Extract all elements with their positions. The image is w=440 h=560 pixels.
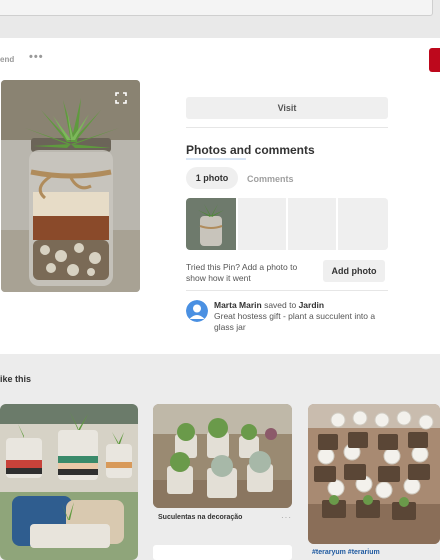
send-button[interactable]: end	[0, 55, 14, 64]
more-options-button[interactable]: •••	[29, 51, 44, 63]
related-pin-image	[308, 404, 440, 544]
related-pin-image	[153, 404, 292, 508]
board-name[interactable]: Jardin	[299, 300, 325, 310]
top-bar	[0, 0, 440, 38]
related-pin-card[interactable]	[153, 404, 292, 508]
photo-thumbnail[interactable]	[186, 198, 236, 250]
visit-button[interactable]: Visit	[186, 97, 388, 119]
photos-comments-heading: Photos and comments	[186, 143, 315, 157]
related-pin-card-preview[interactable]	[153, 545, 292, 560]
related-pin-caption[interactable]: #teraryum #terarium	[312, 549, 380, 556]
pin-description: Great hostess gift - plant a succulent i…	[214, 311, 376, 332]
pin-image[interactable]	[1, 80, 140, 292]
heading-underline	[186, 158, 246, 160]
tab-photos[interactable]: 1 photo	[186, 167, 238, 189]
photo-thumbnails	[186, 198, 388, 250]
empty-thumbnail-slot	[238, 198, 286, 250]
succulent-jar-photo	[1, 80, 140, 292]
divider	[186, 127, 388, 128]
thumbnail-image	[186, 198, 236, 250]
related-pin-image	[0, 404, 138, 560]
tab-comments[interactable]: Comments	[247, 174, 294, 184]
saved-by-info: Marta Marin saved to Jardin Great hostes…	[214, 300, 390, 333]
more-options-button[interactable]: ···	[281, 513, 292, 522]
avatar[interactable]	[186, 300, 208, 322]
expand-icon[interactable]	[115, 92, 127, 104]
more-like-this-heading: ike this	[0, 374, 32, 384]
user-avatar-icon	[186, 300, 208, 322]
saved-to-text: saved to	[261, 300, 299, 310]
related-pin-caption[interactable]: Suculentas na decoração	[158, 514, 242, 521]
add-photo-button[interactable]: Add photo	[323, 260, 385, 282]
save-button[interactable]	[429, 48, 440, 72]
empty-thumbnail-slot	[288, 198, 336, 250]
related-pin-card[interactable]	[308, 404, 440, 544]
divider	[186, 290, 388, 291]
related-pin-card[interactable]	[0, 404, 138, 560]
search-input[interactable]	[0, 0, 433, 16]
saver-name[interactable]: Marta Marin	[214, 300, 262, 310]
empty-thumbnail-slot	[338, 198, 388, 250]
tried-this-pin-text: Tried this Pin? Add a photo to show how …	[186, 262, 298, 283]
